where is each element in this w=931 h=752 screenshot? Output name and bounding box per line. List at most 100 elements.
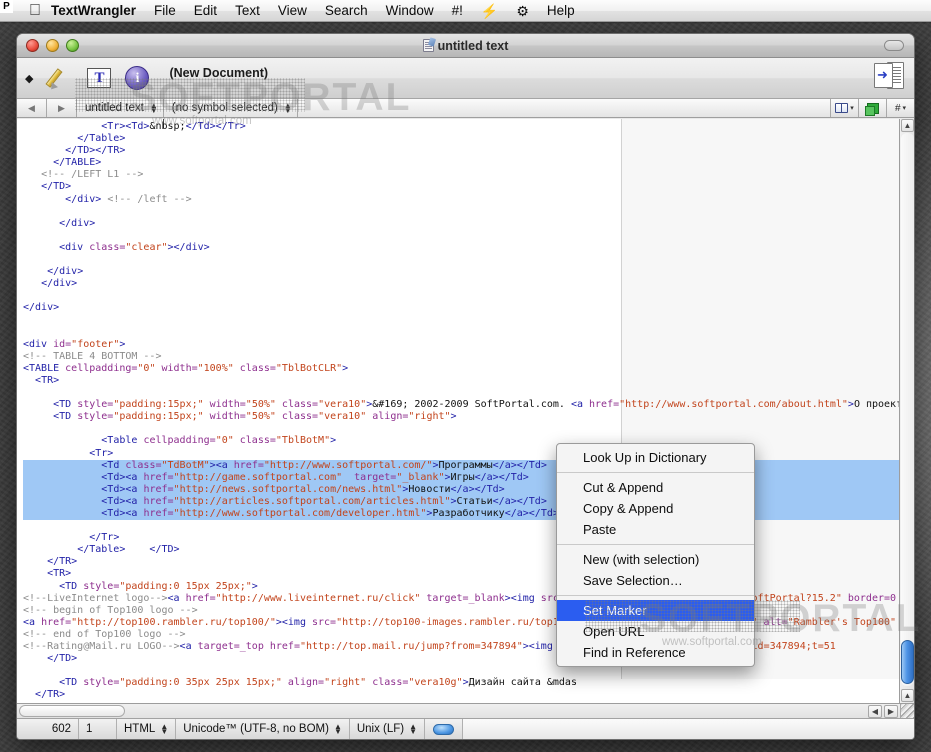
menu-item--[interactable]: #! xyxy=(443,0,472,22)
code-line[interactable]: <!-- begin of Top100 logo --> xyxy=(23,605,914,617)
document-proxy-icon[interactable] xyxy=(422,39,434,52)
code-line-selected[interactable]: <Td><a href="http://news.softportal.com/… xyxy=(23,483,914,496)
code-line[interactable]: </Tr> xyxy=(23,532,914,544)
lightning-bolt-icon[interactable]: ⚡ xyxy=(472,0,507,22)
code-line-selected[interactable]: <Td class="TdBotM"><a href="http://www.s… xyxy=(23,459,914,472)
code-line[interactable]: <TD style="padding:15px;" width="50%" cl… xyxy=(23,399,914,411)
code-line[interactable]: <Tr> xyxy=(23,448,914,460)
code-line[interactable] xyxy=(23,254,914,266)
code-line[interactable] xyxy=(23,230,914,242)
code-line[interactable]: </div> xyxy=(23,302,914,314)
code-line[interactable]: </TR> xyxy=(23,689,914,701)
context-menu-item-paste[interactable]: Paste xyxy=(557,519,754,540)
menu-item-textwrangler[interactable]: TextWrangler xyxy=(41,0,145,22)
split-window-icon[interactable] xyxy=(858,99,886,117)
code-line[interactable] xyxy=(23,327,914,339)
code-line[interactable]: </TD> xyxy=(23,653,914,665)
menu-item-file[interactable]: File xyxy=(145,0,185,22)
apple-logo-icon[interactable]:  xyxy=(29,2,41,19)
reference-book-icon[interactable]: ▾ xyxy=(830,99,858,117)
nav-back-button[interactable]: ◀ xyxy=(17,99,47,117)
column-number-field[interactable]: 1 xyxy=(79,719,117,739)
code-line[interactable]: <TD style="padding:0 35px 25px 15px;" al… xyxy=(23,677,914,689)
scroll-up-arrow-bottom[interactable]: ▲ xyxy=(901,689,914,702)
code-line[interactable] xyxy=(23,520,914,532)
code-line[interactable]: <TD style="padding:15px;" width="50%" cl… xyxy=(23,411,914,423)
code-line[interactable]: </TD></TR> xyxy=(23,145,914,157)
code-line[interactable]: <Tr><Td>&nbsp;</Td></Tr> xyxy=(23,121,914,133)
code-line[interactable]: </TABLE> xyxy=(23,157,914,169)
pencil-icon[interactable] xyxy=(45,65,73,92)
menu-item-window[interactable]: Window xyxy=(377,0,443,22)
gear-icon[interactable]: ⚙ xyxy=(507,0,538,22)
menu-item-search[interactable]: Search xyxy=(316,0,377,22)
code-text[interactable]: <Tr><Td>&nbsp;</Td></Tr> </Table> </TD><… xyxy=(17,119,914,716)
code-line[interactable]: </TR> xyxy=(23,556,914,568)
horizontal-scrollbar[interactable]: ◀ ▶ xyxy=(17,703,914,719)
code-line[interactable]: </div> xyxy=(23,278,914,290)
hscroll-thumb[interactable] xyxy=(19,705,125,717)
context-menu-item-look-up-in-dictionary[interactable]: Look Up in Dictionary xyxy=(557,447,754,468)
code-line[interactable]: <!-- TABLE 4 BOTTOM --> xyxy=(23,351,914,363)
code-line[interactable]: <TR> xyxy=(23,568,914,580)
menu-item-help[interactable]: Help xyxy=(538,0,584,22)
context-menu-item-find-in-reference[interactable]: Find in Reference xyxy=(557,642,754,663)
open-drawer-icon[interactable] xyxy=(874,62,904,90)
code-line[interactable]: <!-- /LEFT L1 --> xyxy=(23,169,914,181)
resize-grip[interactable] xyxy=(900,704,914,719)
code-line[interactable] xyxy=(23,290,914,302)
code-line[interactable] xyxy=(23,315,914,327)
code-line-selected[interactable]: <Td><a href="http://articles.softportal.… xyxy=(23,495,914,508)
code-line[interactable]: </TD> xyxy=(23,181,914,193)
code-line[interactable]: <!-- end of Top100 logo --> xyxy=(23,629,914,641)
info-icon[interactable]: i xyxy=(125,66,150,90)
scroll-left-arrow[interactable]: ◀ xyxy=(868,705,882,718)
code-line[interactable]: <TR> xyxy=(23,375,914,387)
line-endings-popup[interactable]: Unix (LF) ▲ ▼ xyxy=(350,719,426,739)
menu-item-text[interactable]: Text xyxy=(226,0,269,22)
code-line[interactable] xyxy=(23,387,914,399)
code-line[interactable]: <!--LiveInternet logo--><a href="http://… xyxy=(23,593,914,605)
code-line[interactable]: </Table> xyxy=(23,133,914,145)
context-menu-item-set-marker[interactable]: Set Marker xyxy=(557,600,754,621)
code-line[interactable] xyxy=(23,423,914,435)
line-number-icon[interactable]: # ▾ xyxy=(886,99,914,117)
code-line[interactable]: <!--Rating@Mail.ru LOGO--><a target=_top… xyxy=(23,641,914,653)
vertical-scrollbar[interactable]: ▲ ▲ ▼ xyxy=(899,119,914,716)
code-line[interactable]: </div> xyxy=(23,266,914,278)
context-menu[interactable]: Look Up in Dictionary Cut & Append Copy & … xyxy=(556,443,755,667)
menu-item-view[interactable]: View xyxy=(269,0,316,22)
toolbar-toggle-button[interactable] xyxy=(884,40,904,51)
code-line[interactable]: <TABLE cellpadding="0" width="100%" clas… xyxy=(23,363,914,375)
code-editor[interactable]: <Tr><Td>&nbsp;</Td></Tr> </Table> </TD><… xyxy=(17,119,914,716)
context-menu-item-copy-append[interactable]: Copy & Append xyxy=(557,498,754,519)
code-line[interactable]: <a href="http://top100.rambler.ru/top100… xyxy=(23,617,914,629)
code-line[interactable] xyxy=(23,206,914,218)
code-line[interactable]: <Table cellpadding="0" class="TblBotM"> xyxy=(23,435,914,447)
code-line-selected[interactable]: <Td><a href="http://game.softportal.com"… xyxy=(23,471,914,484)
code-line[interactable]: </Table> </TD> xyxy=(23,544,914,556)
language-popup[interactable]: HTML ▲ ▼ xyxy=(117,719,177,739)
code-line[interactable]: </div> <!-- /left --> xyxy=(23,194,914,206)
nav-forward-button[interactable]: ▶ xyxy=(47,99,77,117)
encoding-popup[interactable]: Unicode™ (UTF-8, no BOM) ▲ ▼ xyxy=(176,719,350,739)
context-menu-item-new-with-selection[interactable]: New (with selection) xyxy=(557,549,754,570)
document-name-popup[interactable]: untitled text ▲ ▼ xyxy=(77,99,164,117)
context-menu-item-save-selection[interactable]: Save Selection… xyxy=(557,570,754,591)
symbol-selector-popup[interactable]: (no symbol selected) ▲ ▼ xyxy=(163,99,298,117)
context-menu-item-cut-append[interactable]: Cut & Append xyxy=(557,477,754,498)
line-number-field[interactable]: 602 xyxy=(17,719,79,739)
code-line[interactable]: <div id="footer"> xyxy=(23,339,914,351)
context-menu-item-open-url[interactable]: Open URL xyxy=(557,621,754,642)
window-title-bar[interactable]: untitled text xyxy=(17,34,914,58)
status-indicator[interactable] xyxy=(425,719,464,739)
scroll-right-arrow[interactable]: ▶ xyxy=(884,705,898,718)
vscroll-track[interactable] xyxy=(901,133,914,686)
vscroll-thumb[interactable] xyxy=(901,640,914,684)
code-line[interactable]: <TD style="padding:0 15px 25px;"> xyxy=(23,581,914,593)
code-line-selected[interactable]: <Td><a href="http://www.softportal.com/d… xyxy=(23,508,914,521)
text-options-icon[interactable]: T xyxy=(87,68,112,88)
code-line[interactable]: <div class="clear"></div> xyxy=(23,242,914,254)
code-line[interactable] xyxy=(23,665,914,677)
scroll-up-arrow[interactable]: ▲ xyxy=(901,119,914,132)
